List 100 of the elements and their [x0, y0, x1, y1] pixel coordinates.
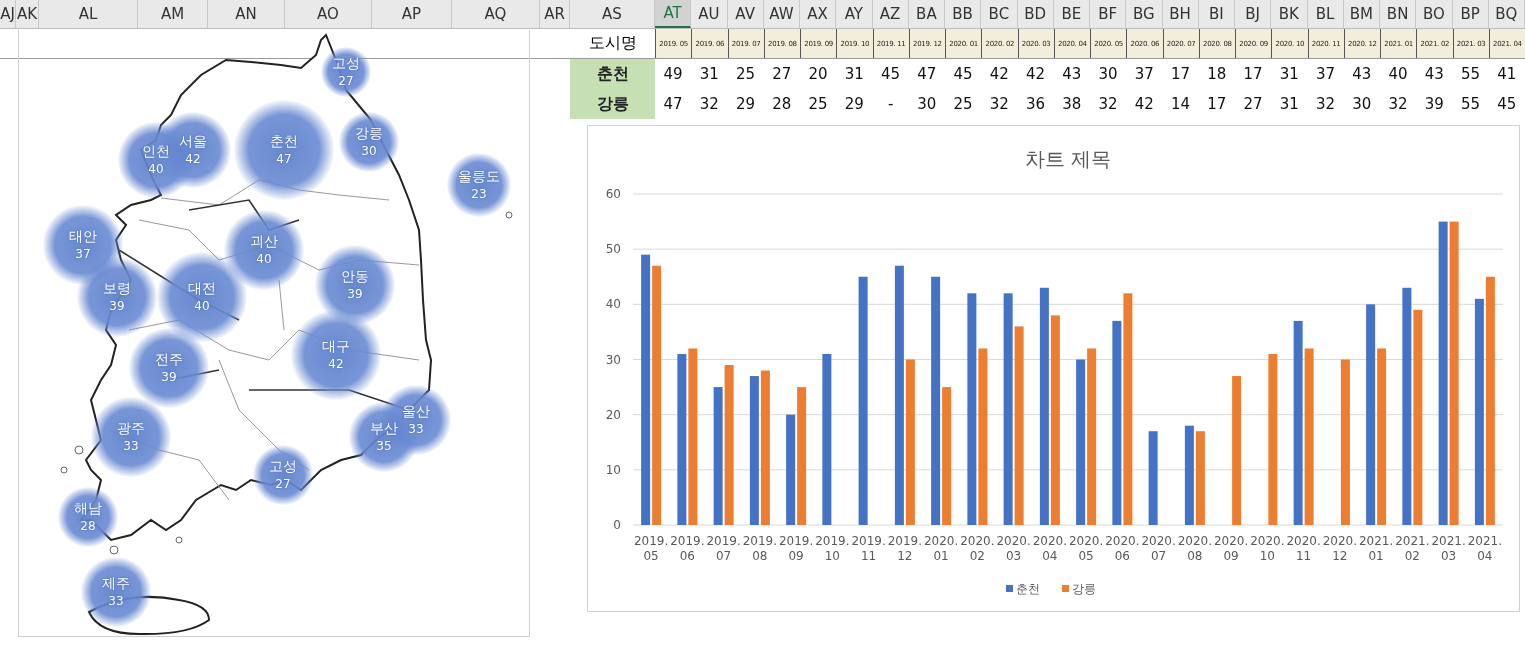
city-label: 고성 [269, 457, 297, 475]
table-cell-text: 18 [1206, 64, 1228, 85]
table-cell-text: 27 [771, 64, 793, 85]
column-header[interactable]: AN [208, 0, 285, 28]
table-cell-text: 36 [1025, 94, 1047, 115]
city-label: 강릉 [355, 124, 383, 142]
city-label: 울릉도 [458, 167, 500, 185]
value-label: 37 [75, 246, 91, 263]
value-label: 28 [80, 518, 96, 535]
column-header[interactable]: AZ [872, 0, 909, 28]
table-cell-text: 29 [735, 94, 757, 115]
column-header[interactable]: BB [945, 0, 982, 28]
axis-label: 2020. 11 [1286, 534, 1321, 563]
column-header[interactable]: BM [1343, 0, 1380, 28]
table-cell-text: 31 [1278, 94, 1300, 115]
value-label: 33 [108, 593, 124, 610]
table-cell-text: 31 [698, 64, 720, 85]
value-label: 39 [109, 298, 125, 315]
axis-label: 2019. 09 [778, 534, 814, 563]
column-header[interactable]: AY [836, 0, 873, 28]
column-header[interactable]: AT [655, 0, 692, 28]
city-label: 보령 [103, 279, 131, 297]
table-cell-text: 45 [952, 64, 974, 85]
table-cell-text: 38 [1061, 94, 1083, 115]
column-header[interactable]: AM [138, 0, 208, 28]
column-header[interactable]: BJ [1235, 0, 1272, 28]
axis-label: 2020. 02 [960, 534, 995, 563]
city-label: 울산 [402, 402, 430, 420]
column-header[interactable]: AP [372, 0, 452, 28]
value-label: 42 [185, 151, 201, 168]
column-header[interactable]: BE [1053, 0, 1090, 28]
islet [175, 536, 183, 544]
city-label: 대구 [322, 337, 350, 355]
column-header[interactable]: BA [908, 0, 945, 28]
column-header[interactable]: AW [763, 0, 800, 28]
table-cell-text: 31 [1278, 64, 1300, 85]
column-header[interactable]: BH [1162, 0, 1199, 28]
value-label: 40 [194, 298, 210, 315]
value-label: 47 [276, 151, 292, 168]
city-label: 고성 [332, 54, 360, 72]
column-header[interactable]: BQ [1488, 0, 1525, 28]
axis-label: 2020. 09 [1213, 534, 1249, 563]
column-header[interactable]: BG [1126, 0, 1163, 28]
axis-label: 2021. 03 [1431, 534, 1466, 563]
table-cell-text: 31 [843, 64, 865, 85]
column-header[interactable]: BP [1452, 0, 1489, 28]
axis-label: 2020. 05 [1068, 534, 1104, 563]
column-header[interactable]: BK [1271, 0, 1308, 28]
value-label: 27 [275, 476, 291, 493]
table-cell-text: 43 [1061, 64, 1083, 85]
city-label: 제주 [102, 574, 130, 592]
islet [74, 445, 84, 455]
axis-label: 2020. 06 [1105, 534, 1140, 563]
legend-label: 강릉 [1072, 582, 1096, 596]
column-header[interactable]: BF [1090, 0, 1127, 28]
value-label: 27 [338, 73, 354, 90]
table-cell-text: 32 [1097, 94, 1119, 115]
table-cell-text: 14 [1170, 94, 1192, 115]
chart-title: 차트 제목 [1024, 147, 1112, 171]
city-label: 광주 [117, 419, 145, 437]
column-header[interactable]: AL [39, 0, 138, 28]
table-cell-text: 30 [1351, 94, 1373, 115]
axis-label: 2020. 01 [923, 534, 959, 563]
table-cell-text: 30 [916, 94, 938, 115]
table-cell-text: 20 [807, 64, 829, 85]
column-header[interactable]: AV [727, 0, 764, 28]
table-cell-text: 45 [880, 64, 902, 85]
table-cell-text: 47 [916, 64, 938, 85]
axis-label: 60 [605, 187, 621, 201]
city-label: 태안 [69, 227, 97, 245]
column-header[interactable]: AU [691, 0, 728, 28]
value-label: 23 [471, 186, 487, 203]
column-header[interactable]: AR [540, 0, 570, 28]
table-cell-text: 55 [1460, 94, 1482, 115]
column-header[interactable]: AJ [0, 0, 16, 28]
axis-label: 2019. 07 [706, 534, 741, 563]
value-label: 33 [408, 421, 424, 438]
column-header[interactable]: AQ [452, 0, 540, 28]
column-header[interactable]: AK [16, 0, 39, 28]
islet [505, 211, 513, 219]
column-header[interactable]: BI [1198, 0, 1235, 28]
table-cell-text: 17 [1242, 64, 1264, 85]
column-header[interactable]: AX [800, 0, 837, 28]
table-cell-text: 17 [1170, 64, 1192, 85]
table-cell-text: - [886, 94, 895, 115]
value-label: 30 [361, 143, 377, 160]
column-header[interactable]: BL [1307, 0, 1344, 28]
value-label: 42 [328, 356, 344, 373]
table-cell-text: 39 [1423, 94, 1445, 115]
value-label: 35 [376, 438, 392, 455]
column-header[interactable]: BD [1017, 0, 1054, 28]
column-header[interactable]: BN [1380, 0, 1417, 28]
table-cell-text: 42 [1133, 94, 1155, 115]
table-cell-text: 32 [988, 94, 1010, 115]
column-header[interactable]: BC [981, 0, 1018, 28]
table-cell-text: 42 [1025, 64, 1047, 85]
legend-label: 춘천 [1016, 582, 1040, 596]
axis-label: 2019. 06 [670, 534, 705, 563]
column-header[interactable]: BO [1416, 0, 1453, 28]
column-header[interactable]: AO [285, 0, 372, 28]
